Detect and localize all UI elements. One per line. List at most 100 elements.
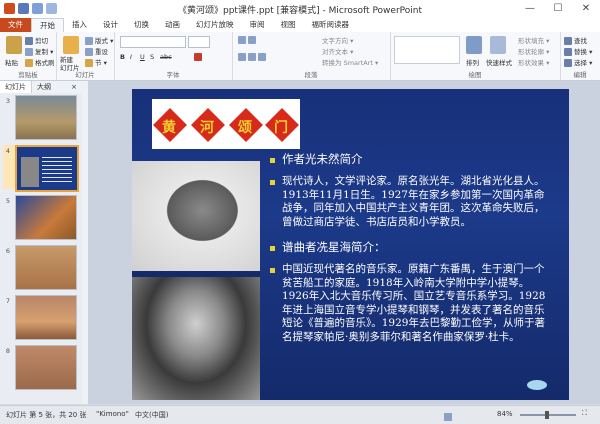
slide-thumbnail-selected[interactable]: 4 xyxy=(3,145,79,192)
zoom-slider-handle[interactable] xyxy=(545,411,549,419)
numbering-icon xyxy=(248,36,256,44)
reset-button[interactable]: 重设 xyxy=(85,46,108,56)
reset-icon xyxy=(85,48,93,56)
font-group-label: 字体 xyxy=(166,71,180,79)
align-right-icon xyxy=(258,53,266,61)
paragraph-group-label: 段落 xyxy=(304,71,318,79)
title-char-4: 门 xyxy=(274,120,288,136)
portrait-xian-xinghai[interactable] xyxy=(132,277,260,400)
title-char-3: 颂 xyxy=(238,120,252,136)
tab-view[interactable]: 视图 xyxy=(273,18,304,32)
tab-review[interactable]: 审阅 xyxy=(242,18,273,32)
strikethrough-button[interactable]: abc xyxy=(160,53,172,61)
copy-button[interactable]: 复制 ▾ xyxy=(25,46,53,56)
replace-button[interactable]: 替换 ▾ xyxy=(564,46,592,56)
paste-button[interactable]: 粘贴 xyxy=(5,57,18,67)
slide-thumbnail[interactable]: 8 xyxy=(3,345,79,390)
arrange-icon[interactable] xyxy=(466,36,482,54)
align-text-button[interactable]: 对齐文本 ▾ xyxy=(322,46,353,56)
shape-outline-button[interactable]: 形状轮廓 ▾ xyxy=(518,46,549,56)
new-slide-icon[interactable] xyxy=(63,36,79,54)
zoom-level[interactable]: 84% xyxy=(497,410,513,418)
tab-transitions[interactable]: 切换 xyxy=(126,18,157,32)
font-color-icon xyxy=(194,53,202,61)
shapes-gallery[interactable] xyxy=(394,36,460,64)
minimize-button[interactable]: — xyxy=(516,0,544,18)
slide-editing-area[interactable]: 黄 河 颂 门 作者光未然简介 现代诗人，文学评论家。原名张光年。湖北省光化县人… xyxy=(88,81,600,404)
slide-thumbnail[interactable]: 3 xyxy=(3,95,79,140)
layout-icon xyxy=(85,37,93,45)
tab-animations[interactable]: 动画 xyxy=(157,18,188,32)
shadow-button[interactable]: S xyxy=(150,53,154,61)
replace-icon xyxy=(564,48,572,56)
cut-button[interactable]: 剪切 xyxy=(25,35,48,45)
drawing-group: 排列 快速样式 形状填充 ▾ 形状轮廓 ▾ 形状效果 ▾ 绘图 xyxy=(390,32,561,80)
slide-thumbnail[interactable]: 7 xyxy=(3,295,79,340)
slide-number: 3 xyxy=(5,97,11,105)
quick-styles-button[interactable]: 快速样式 xyxy=(486,57,512,67)
select-button[interactable]: 选择 ▾ xyxy=(564,57,592,67)
section-button[interactable]: 节 ▾ xyxy=(85,57,107,67)
theme-name: "Kimono" xyxy=(96,410,129,418)
convert-smartart-button[interactable]: 转换为 SmartArt ▾ xyxy=(322,57,378,67)
title-char-2: 河 xyxy=(200,120,214,136)
slides-group: 新建 幻灯片 版式 ▾ 重设 节 ▾ 幻灯片 xyxy=(56,32,115,80)
slide-counter: 幻灯片 第 5 张，共 20 张 xyxy=(6,411,87,419)
language-indicator[interactable]: 中文(中国) xyxy=(135,410,168,420)
bullet-text: 谱曲者冼星海简介： xyxy=(282,240,386,254)
slideshow-icon[interactable] xyxy=(444,413,452,421)
font-color-button[interactable] xyxy=(194,53,204,61)
title-bar: 《黄河颂》ppt课件.ppt [兼容模式] - Microsoft PowerP… xyxy=(0,0,600,19)
tab-home[interactable]: 开始 xyxy=(31,18,64,32)
portrait-guang-weiran[interactable] xyxy=(132,161,260,271)
tab-insert[interactable]: 插入 xyxy=(64,18,95,32)
text-direction-button[interactable]: 文字方向 ▾ xyxy=(322,35,353,45)
italic-button[interactable]: I xyxy=(130,53,132,61)
tab-file[interactable]: 文件 xyxy=(0,18,31,32)
window-title: 《黄河颂》ppt课件.ppt [兼容模式] - Microsoft PowerP… xyxy=(178,6,422,16)
bullet-marker-icon xyxy=(270,180,275,185)
slide-number: 7 xyxy=(5,297,11,305)
bullet-marker-icon xyxy=(270,246,275,251)
thumbnail-image xyxy=(15,295,77,340)
bullet-text: 中国近现代著名的音乐家。原籍广东番禺，生于澳门一个贫苦船工的家庭。1918年入岭… xyxy=(282,263,546,343)
find-button[interactable]: 查找 xyxy=(564,35,587,45)
shape-fill-button[interactable]: 形状填充 ▾ xyxy=(518,35,549,45)
tab-slides[interactable]: 幻灯片 xyxy=(0,81,32,93)
current-slide[interactable]: 黄 河 颂 门 作者光未然简介 现代诗人，文学评论家。原名张光年。湖北省光化县人… xyxy=(132,89,569,400)
slide-thumbnails[interactable]: 3 4 5 6 7 8 xyxy=(0,93,82,404)
fit-to-window-icon[interactable]: ⛶ xyxy=(582,409,587,418)
tab-foxit[interactable]: 福昕阅读器 xyxy=(304,18,358,32)
select-icon xyxy=(564,59,572,67)
arrange-button[interactable]: 排列 xyxy=(466,57,479,67)
align-left-icon xyxy=(238,53,246,61)
quick-styles-icon[interactable] xyxy=(490,36,506,54)
paste-icon[interactable] xyxy=(6,36,22,54)
slide-number: 4 xyxy=(5,147,11,155)
tab-outline[interactable]: 大纲 xyxy=(32,81,56,93)
tab-slideshow[interactable]: 幻灯片放映 xyxy=(188,18,242,32)
align-center-icon xyxy=(248,53,256,61)
status-bar: 幻灯片 第 5 张，共 20 张 "Kimono" 中文(中国) 84% ⛶ xyxy=(0,405,600,424)
bullet-text: 作者光未然简介 xyxy=(282,152,363,166)
thumbnail-text-lines xyxy=(42,157,72,185)
bullets-button[interactable] xyxy=(238,36,258,44)
editing-group: 查找 替换 ▾ 选择 ▾ 编辑 xyxy=(560,32,600,80)
tab-design[interactable]: 设计 xyxy=(95,18,126,32)
slide-thumbnail[interactable]: 6 xyxy=(3,245,79,290)
bold-button[interactable]: B xyxy=(120,53,125,61)
slide-thumbnail[interactable]: 5 xyxy=(3,195,79,240)
maximize-button[interactable]: ☐ xyxy=(544,0,572,18)
slides-group-label: 幻灯片 xyxy=(75,71,95,79)
font-name-select[interactable] xyxy=(120,36,186,48)
close-pane-icon[interactable]: × xyxy=(66,81,82,93)
layout-button[interactable]: 版式 ▾ xyxy=(85,35,113,45)
shape-effects-button[interactable]: 形状效果 ▾ xyxy=(518,57,549,67)
thumbnail-image xyxy=(15,145,79,192)
align-buttons[interactable] xyxy=(238,53,268,61)
underline-button[interactable]: U xyxy=(140,53,145,61)
close-button[interactable]: ✕ xyxy=(572,0,600,18)
font-size-select[interactable] xyxy=(188,36,210,48)
format-painter-button[interactable]: 格式刷 xyxy=(25,57,55,67)
thumbnail-image xyxy=(15,95,77,140)
